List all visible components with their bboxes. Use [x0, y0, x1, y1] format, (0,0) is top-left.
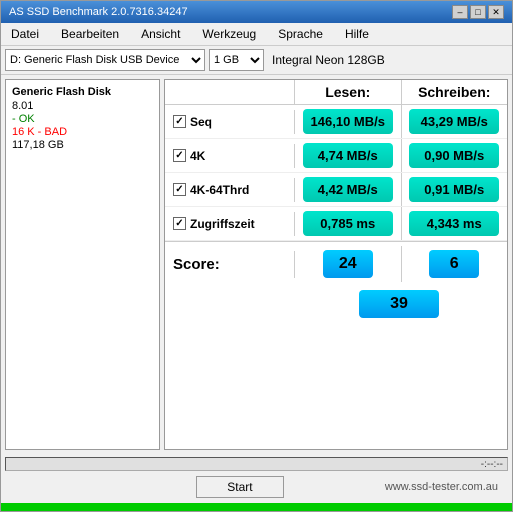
cell-seq-write: 43,29 MB/s — [402, 105, 508, 138]
size-select[interactable]: 1 GB — [209, 49, 264, 71]
drive-select[interactable]: D: Generic Flash Disk USB Device — [5, 49, 205, 71]
menu-ansicht[interactable]: Ansicht — [135, 25, 186, 43]
menu-datei[interactable]: Datei — [5, 25, 45, 43]
label-4k: ✓ 4K — [165, 144, 295, 168]
close-button[interactable]: ✕ — [488, 5, 504, 19]
progress-bar: -:--:-- — [5, 457, 508, 471]
title-bar-buttons: – □ ✕ — [452, 5, 504, 19]
cell-seq-read: 146,10 MB/s — [295, 105, 402, 138]
score-write-cell: 6 — [402, 246, 508, 282]
drive-label: Integral Neon 128GB — [268, 53, 508, 67]
title-bar: AS SSD Benchmark 2.0.7316.34247 – □ ✕ — [1, 1, 512, 23]
cell-4k64-read: 4,42 MB/s — [295, 173, 402, 206]
info-ok: - OK — [12, 113, 153, 125]
badge-seq-write: 43,29 MB/s — [409, 109, 499, 134]
bottom-area: -:--:-- Start www.ssd-tester.com.au — [1, 454, 512, 502]
device-name: Generic Flash Disk — [12, 86, 153, 98]
score-total-badge: 39 — [359, 290, 439, 318]
badge-zugriffszeit-read: 0,785 ms — [303, 211, 393, 236]
main-area: Generic Flash Disk 8.01 - OK 16 K - BAD … — [1, 75, 512, 454]
info-bad: 16 K - BAD — [12, 126, 153, 138]
info-size: 117,18 GB — [12, 139, 153, 151]
toolbar: D: Generic Flash Disk USB Device 1 GB In… — [1, 46, 512, 75]
badge-zugriffszeit-write: 4,343 ms — [409, 211, 499, 236]
info-version: 8.01 — [12, 100, 153, 112]
score-write-badge: 6 — [429, 250, 479, 278]
row-4k: ✓ 4K 4,74 MB/s 0,90 MB/s — [165, 139, 507, 173]
header-lesen: Lesen: — [295, 80, 402, 104]
score-label: Score: — [165, 251, 295, 278]
badge-seq-read: 146,10 MB/s — [303, 109, 393, 134]
header-empty — [165, 80, 295, 104]
menu-hilfe[interactable]: Hilfe — [339, 25, 375, 43]
badge-4k-read: 4,74 MB/s — [303, 143, 393, 168]
label-seq: ✓ Seq — [165, 110, 295, 134]
row-seq: ✓ Seq 146,10 MB/s 43,29 MB/s — [165, 105, 507, 139]
cell-4k-read: 4,74 MB/s — [295, 139, 402, 172]
menu-bar: Datei Bearbeiten Ansicht Werkzeug Sprach… — [1, 23, 512, 46]
cell-zugriffszeit-read: 0,785 ms — [295, 207, 402, 240]
maximize-button[interactable]: □ — [470, 5, 486, 19]
row-zugriffszeit: ✓ Zugriffszeit 0,785 ms 4,343 ms — [165, 207, 507, 241]
green-bar — [1, 503, 512, 511]
cell-4k-write: 0,90 MB/s — [402, 139, 508, 172]
checkbox-seq[interactable]: ✓ — [173, 115, 186, 128]
badge-4k64-read: 4,42 MB/s — [303, 177, 393, 202]
menu-werkzeug[interactable]: Werkzeug — [196, 25, 262, 43]
badge-4k64-write: 0,91 MB/s — [409, 177, 499, 202]
score-read-cell: 24 — [295, 246, 402, 282]
left-panel: Generic Flash Disk 8.01 - OK 16 K - BAD … — [5, 79, 160, 450]
window-title: AS SSD Benchmark 2.0.7316.34247 — [9, 6, 188, 18]
row-4k64: ✓ 4K-64Thrd 4,42 MB/s 0,91 MB/s — [165, 173, 507, 207]
menu-bearbeiten[interactable]: Bearbeiten — [55, 25, 125, 43]
score-row: Score: 24 6 — [165, 241, 507, 286]
watermark: www.ssd-tester.com.au — [385, 481, 498, 493]
cell-4k64-write: 0,91 MB/s — [402, 173, 508, 206]
checkbox-zugriffszeit[interactable]: ✓ — [173, 217, 186, 230]
badge-4k-write: 0,90 MB/s — [409, 143, 499, 168]
start-button[interactable]: Start — [196, 476, 283, 498]
label-zugriffszeit: ✓ Zugriffszeit — [165, 212, 295, 236]
score-total-row: 39 — [165, 286, 507, 322]
score-read-badge: 24 — [323, 250, 373, 278]
menu-sprache[interactable]: Sprache — [272, 25, 329, 43]
bench-header: Lesen: Schreiben: — [165, 80, 507, 105]
header-schreiben: Schreiben: — [402, 80, 508, 104]
progress-text: -:--:-- — [481, 458, 503, 472]
cell-zugriffszeit-write: 4,343 ms — [402, 207, 508, 240]
checkbox-4k[interactable]: ✓ — [173, 149, 186, 162]
checkbox-4k64[interactable]: ✓ — [173, 183, 186, 196]
right-panel: Lesen: Schreiben: ✓ Seq 146,10 MB/s 43,2… — [164, 79, 508, 450]
label-4k64: ✓ 4K-64Thrd — [165, 178, 295, 202]
bottom-buttons: Start www.ssd-tester.com.au — [5, 474, 508, 500]
main-window: AS SSD Benchmark 2.0.7316.34247 – □ ✕ Da… — [0, 0, 513, 512]
minimize-button[interactable]: – — [452, 5, 468, 19]
